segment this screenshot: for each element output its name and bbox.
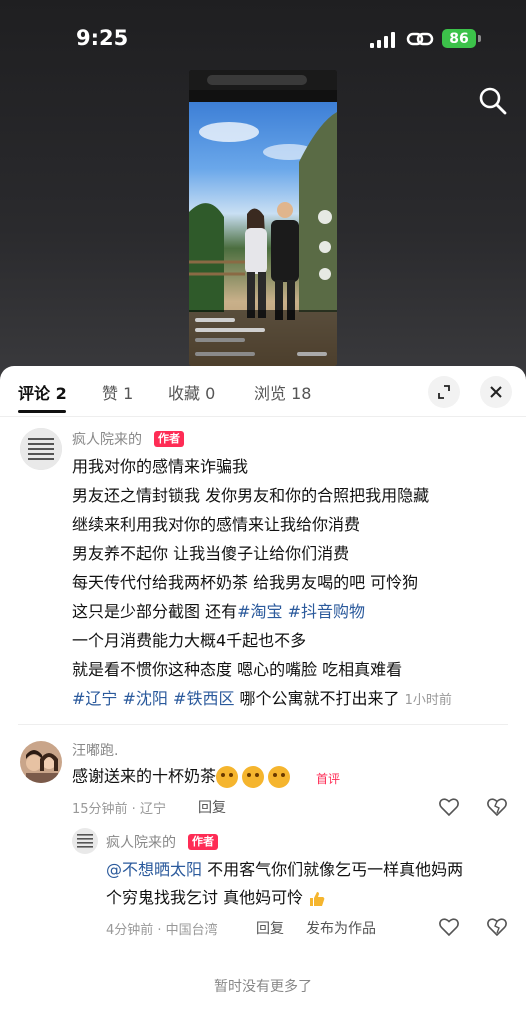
comment-last-text: 哪个公寓就不打出来了 [239,689,400,708]
comment-line: 一个月消费能力大概4千起也不多 [72,631,307,650]
comment-meta: 15分钟前 · 辽宁 [72,802,166,817]
hashtag-liaoning[interactable]: #辽宁 [72,689,117,708]
reply-line: 个穷鬼找我乞讨 真他妈可怜 [106,888,326,908]
status-time: 9:25 [76,26,129,50]
close-icon [490,386,502,398]
active-tab-indicator [18,410,66,413]
search-icon[interactable] [478,86,508,116]
close-button[interactable] [480,376,512,408]
tab-bar: 评论 2 赞 1 收藏 0 浏览 18 [0,366,526,417]
video-background: 9:25 86 [0,0,526,380]
comment-line: #辽宁 #沈阳 #铁西区 哪个公寓就不打出来了 1小时前 [72,689,452,711]
avatar[interactable] [20,741,62,783]
mention-link[interactable]: @不想晒太阳 [106,860,202,879]
comment-line: 用我对你的感情来诈骗我 [72,457,249,476]
reply-author[interactable]: 疯人院来的 [106,832,176,852]
comment-line: 就是看不惯你这种态度 嗯心的嘴脸 吃相真难看 [72,660,403,679]
divider [18,724,508,725]
reply-text-1: 不用客气你们就像乞丐一样真他妈两 [207,860,464,879]
inner-topbar [189,70,337,90]
emoji-icon [216,766,239,788]
reply-button[interactable]: 回复 [198,797,226,817]
reply-button[interactable]: 回复 [256,918,284,938]
comment-line: 这只是少部分截图 还有#淘宝 #抖音购物 [72,602,365,622]
comment-line-text: 这只是少部分截图 还有 [72,602,238,621]
comment-time: 1小时前 [404,693,452,708]
heart-icon[interactable] [438,916,460,938]
comment-author[interactable]: 汪嘟跑. [72,740,118,760]
inner-search [207,75,307,85]
expand-icon [438,385,450,399]
tab-likes[interactable]: 赞 1 [102,380,133,404]
video-thumbnail[interactable] [189,70,337,366]
publish-as-work-button[interactable]: 发布为作品 [306,918,376,938]
dislike-icon[interactable] [486,916,508,938]
tab-favorites[interactable]: 收藏 0 [168,380,215,404]
comment-text-body: 感谢送来的十杯奶茶 [72,766,217,786]
reply-meta: 4分钟前 · 中国台湾 [106,923,218,938]
comment-author[interactable]: 疯人院来的 [72,429,142,449]
battery-indicator: 86 [442,29,476,48]
dislike-icon[interactable] [486,796,508,818]
avatar[interactable] [20,428,62,470]
author-badge: 作者 [188,834,218,850]
comment-text: 感谢送来的十杯奶茶 [72,766,294,788]
signal-icon [370,32,396,48]
reply-text-2: 个穷鬼找我乞讨 真他妈可怜 [106,888,304,907]
emoji-icon [242,766,265,788]
comment-line: 继续来利用我对你的感情来让我给你消费 [72,515,361,534]
link-icon [406,32,434,46]
no-more-text: 暂时没有更多了 [214,979,312,995]
comment-line: 男友养不起你 让我当傻子让给你们消费 [72,544,350,563]
comment-line: 男友还之情封锁我 发你男友和你的合照把我用隐藏 [72,486,430,505]
first-comment-label: 首评 [316,772,341,786]
expand-button[interactable] [428,376,460,408]
heart-icon[interactable] [438,796,460,818]
comment-line: 每天传代付给我两杯奶茶 给我男友喝的吧 可怜狗 [72,573,419,592]
inner-caption-area [189,310,337,366]
reply-line: @不想晒太阳 不用客气你们就像乞丐一样真他妈两 [106,860,463,880]
reply-avatar[interactable] [72,828,98,854]
emoji-icon [268,766,291,788]
hashtag-douyin[interactable]: #抖音购物 [288,602,365,621]
tab-comments[interactable]: 评论 2 [18,380,67,404]
hashtag-tiexi[interactable]: #铁西区 [173,689,234,708]
hashtag-shenyang[interactable]: #沈阳 [123,689,168,708]
battery-tip [478,35,481,42]
author-badge: 作者 [154,431,184,447]
hashtag-taobao[interactable]: #淘宝 [237,602,282,621]
tab-views[interactable]: 浏览 18 [254,380,311,404]
thumbs-up-icon [310,891,325,906]
